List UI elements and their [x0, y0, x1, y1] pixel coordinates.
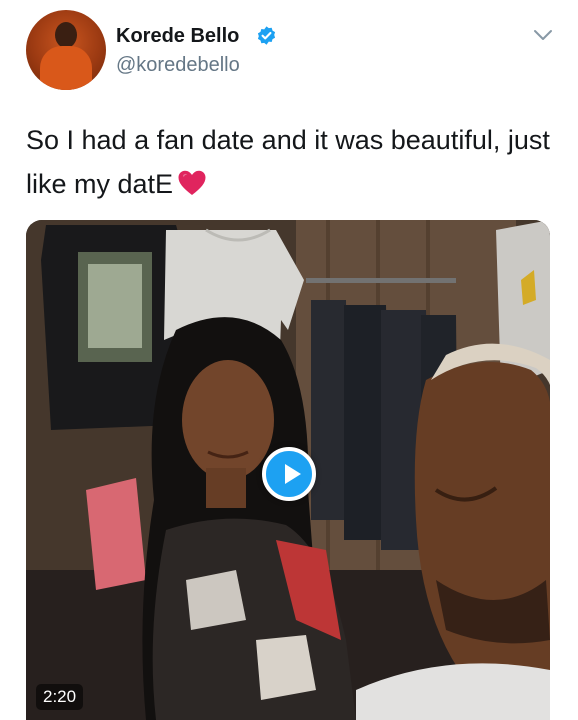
chevron-down-icon[interactable] [532, 27, 554, 43]
play-icon [285, 464, 301, 484]
display-name[interactable]: Korede Bello [116, 25, 239, 47]
tweet-text-content: So I had a fan date and it was beautiful… [26, 125, 550, 199]
verified-badge-icon [257, 26, 276, 45]
avatar[interactable] [26, 10, 106, 90]
video-duration: 2:20 [36, 684, 84, 710]
red-heart-icon [178, 170, 206, 195]
tweet-text: So I had a fan date and it was beautiful… [26, 118, 566, 206]
video-thumbnail[interactable]: 2:20 [26, 220, 550, 720]
play-button[interactable] [262, 447, 316, 501]
tweet-card: Korede Bello @koredebello So I had a fan… [0, 0, 578, 720]
handle[interactable]: @koredebello [116, 54, 240, 76]
